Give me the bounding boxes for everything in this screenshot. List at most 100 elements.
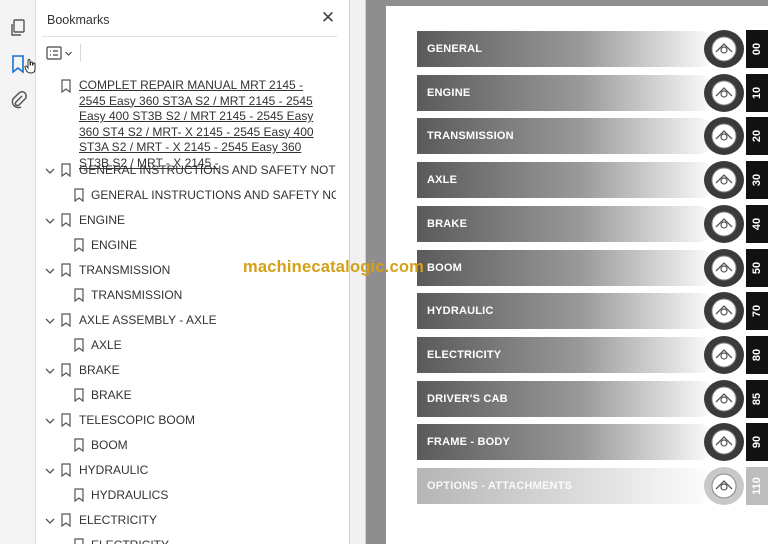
chapter-number-text: 30: [751, 173, 763, 187]
boom-icon: [704, 249, 744, 287]
chapter-tab[interactable]: TRANSMISSION 20: [417, 117, 768, 155]
chapter-tab[interactable]: GENERAL 00: [417, 30, 768, 68]
chevron-down-icon[interactable]: [44, 315, 56, 327]
cylinder-icon: [704, 292, 744, 330]
chapter-tab[interactable]: ENGINE 10: [417, 74, 768, 112]
bookmark-child-label[interactable]: BRAKE: [91, 388, 132, 404]
chapter-tab-label[interactable]: BOOM: [427, 249, 462, 287]
chapter-tab-label[interactable]: GENERAL: [427, 30, 482, 68]
bookmark-child-item[interactable]: GENERAL INSTRUCTIONS AND SAFETY NOTICE: [36, 187, 336, 207]
bookmark-item[interactable]: AXLE ASSEMBLY - AXLE: [36, 312, 336, 332]
chapter-tab-label[interactable]: OPTIONS - ATTACHMENTS: [427, 467, 572, 505]
chapter-tab[interactable]: OPTIONS - ATTACHMENTS 110: [417, 467, 768, 505]
chapter-tab-label[interactable]: ELECTRICITY: [427, 336, 501, 374]
chevron-down-icon[interactable]: [44, 415, 56, 427]
bookmark-icon: [61, 313, 71, 327]
bookmark-item[interactable]: ENGINE: [36, 212, 336, 232]
copy-pages-icon[interactable]: [7, 17, 29, 39]
bookmark-label[interactable]: TELESCOPIC BOOM: [79, 413, 195, 429]
chapter-tab[interactable]: BOOM 50: [417, 249, 768, 287]
chapter-tab[interactable]: BRAKE 40: [417, 205, 768, 243]
chapter-tab[interactable]: HYDRAULIC 70: [417, 292, 768, 330]
bookmark-child-label[interactable]: GENERAL INSTRUCTIONS AND SAFETY NOTICE: [91, 188, 336, 204]
close-panel-button[interactable]: ✕: [320, 9, 336, 26]
bookmark-item[interactable]: HYDRAULIC: [36, 462, 336, 482]
bookmark-child-label[interactable]: BOOM: [91, 438, 128, 454]
chapter-tab[interactable]: AXLE 30: [417, 161, 768, 199]
chevron-down-icon[interactable]: [44, 365, 56, 377]
divider: [80, 44, 81, 62]
chevron-down-icon[interactable]: [44, 265, 56, 277]
bookmark-label[interactable]: TRANSMISSION: [79, 263, 170, 279]
bookmark-icon: [74, 538, 84, 544]
chapter-tab-label[interactable]: BRAKE: [427, 205, 467, 243]
bookmark-icon: [61, 163, 71, 177]
bookmark-child-item[interactable]: ENGINE: [36, 237, 336, 257]
chapter-number: 70: [746, 292, 768, 330]
bookmark-options-button[interactable]: [46, 44, 76, 62]
bookmark-child-item[interactable]: ELECTRICITY: [36, 537, 336, 544]
chapter-tab[interactable]: FRAME - BODY 90: [417, 423, 768, 461]
chapter-tab-label[interactable]: DRIVER'S CAB: [427, 380, 508, 418]
bookmark-item[interactable]: GENERAL INSTRUCTIONS AND SAFETY NOTICE: [36, 162, 336, 182]
chevron-down-icon[interactable]: [44, 515, 56, 527]
panel-title: Bookmarks: [47, 13, 110, 27]
left-tool-rail: [0, 0, 36, 544]
bookmark-label[interactable]: AXLE ASSEMBLY - AXLE: [79, 313, 217, 329]
attachment-icon[interactable]: [7, 89, 29, 111]
chapter-number-text: 70: [751, 304, 763, 318]
chevron-down-icon[interactable]: [44, 165, 56, 177]
bookmark-icon: [61, 413, 71, 427]
bookmark-item[interactable]: TELESCOPIC BOOM: [36, 412, 336, 432]
bookmark-child-item[interactable]: BOOM: [36, 437, 336, 457]
chapter-tab-label[interactable]: HYDRAULIC: [427, 292, 494, 330]
bookmark-label[interactable]: HYDRAULIC: [79, 463, 148, 479]
bookmark-icon: [74, 388, 84, 402]
bookmark-icon: [74, 488, 84, 502]
bookmark-icon: [61, 263, 71, 277]
chapter-number: 00: [746, 30, 768, 68]
bookmark-child-label[interactable]: AXLE: [91, 338, 122, 354]
bookmark-label[interactable]: BRAKE: [79, 363, 120, 379]
chevron-down-icon[interactable]: [44, 215, 56, 227]
chapter-number: 40: [746, 205, 768, 243]
bookmark-icon: [74, 188, 84, 202]
bookmark-item[interactable]: BRAKE: [36, 362, 336, 382]
chapter-number: 85: [746, 380, 768, 418]
bookmark-child-item[interactable]: AXLE: [36, 337, 336, 357]
bookmark-icon: [61, 363, 71, 377]
brake-disc-icon: [704, 205, 744, 243]
chapter-tab-label[interactable]: TRANSMISSION: [427, 117, 514, 155]
chapter-tab-label[interactable]: ENGINE: [427, 74, 470, 112]
chapter-tab-label[interactable]: FRAME - BODY: [427, 423, 510, 461]
chapter-number: 20: [746, 117, 768, 155]
chevron-down-icon[interactable]: [44, 465, 56, 477]
engine-icon: [704, 74, 744, 112]
bookmark-child-item[interactable]: HYDRAULICS: [36, 487, 336, 507]
bookmark-child-label[interactable]: ENGINE: [91, 238, 137, 254]
bookmark-label[interactable]: ENGINE: [79, 213, 125, 229]
bookmark-child-item[interactable]: BRAKE: [36, 387, 336, 407]
chapter-number: 10: [746, 74, 768, 112]
fork-icon: [704, 467, 744, 505]
bookmark-root-label[interactable]: COMPLET REPAIR MANUAL MRT 2145 - 2545 Ea…: [79, 78, 329, 171]
chapter-number: 80: [746, 336, 768, 374]
bookmark-root[interactable]: COMPLET REPAIR MANUAL MRT 2145 - 2545 Ea…: [36, 76, 336, 170]
bookmark-child-label[interactable]: HYDRAULICS: [91, 488, 168, 504]
bookmark-item[interactable]: ELECTRICITY: [36, 512, 336, 532]
chapter-tab[interactable]: DRIVER'S CAB 85: [417, 380, 768, 418]
chapter-number-text: 85: [751, 392, 763, 406]
cab-icon: [704, 380, 744, 418]
bookmark-label[interactable]: GENERAL INSTRUCTIONS AND SAFETY NOTICE: [79, 163, 336, 179]
bookmark-child-label[interactable]: ELECTRICITY: [91, 538, 169, 544]
chapter-number-text: 20: [751, 129, 763, 143]
chapter-number: 50: [746, 249, 768, 287]
chapter-tab-label[interactable]: AXLE: [427, 161, 457, 199]
bookmark-label[interactable]: ELECTRICITY: [79, 513, 157, 529]
bookmark-child-item[interactable]: TRANSMISSION: [36, 287, 336, 307]
divider: [42, 36, 337, 37]
chapter-number: 30: [746, 161, 768, 199]
chapter-tab[interactable]: ELECTRICITY 80: [417, 336, 768, 374]
bookmark-child-label[interactable]: TRANSMISSION: [91, 288, 182, 304]
chapter-number-text: 50: [751, 261, 763, 275]
